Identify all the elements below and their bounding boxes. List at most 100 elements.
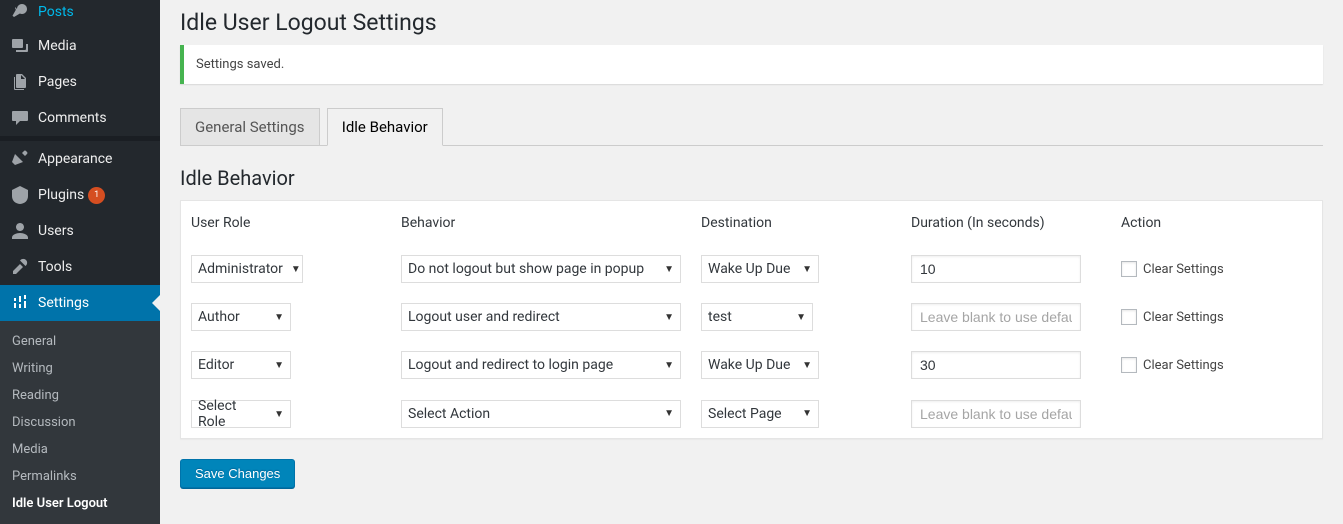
clear-settings-label[interactable]: Clear Settings — [1121, 261, 1312, 277]
clear-settings-text: Clear Settings — [1143, 358, 1224, 373]
select-value: Select Page — [708, 406, 782, 422]
sidebar-item-tools[interactable]: Tools — [0, 249, 160, 285]
sidebar-item-media[interactable]: Media — [0, 28, 160, 64]
tab-general-settings[interactable]: General Settings — [180, 108, 320, 146]
chevron-down-icon: ▼ — [664, 408, 674, 419]
sidebar-item-posts[interactable]: Posts — [0, 0, 160, 28]
notice-text: Settings saved. — [196, 57, 284, 72]
notice-success: Settings saved. — [180, 45, 1323, 84]
clear-settings-label[interactable]: Clear Settings — [1121, 357, 1312, 373]
sidebar-item-label: Comments — [38, 110, 107, 126]
sidebar-item-plugins[interactable]: Plugins 1 — [0, 177, 160, 213]
submenu-media[interactable]: Media — [0, 436, 160, 463]
plugins-update-badge: 1 — [88, 187, 105, 204]
settings-submenu: General Writing Reading Discussion Media… — [0, 321, 160, 524]
sidebar-item-users[interactable]: Users — [0, 213, 160, 249]
chevron-down-icon: ▼ — [802, 264, 812, 275]
media-icon — [10, 36, 30, 56]
pages-icon — [10, 72, 30, 92]
select-value: Wake Up Due — [708, 357, 790, 373]
comments-icon — [10, 108, 30, 128]
main-content: Idle User Logout Settings Settings saved… — [160, 0, 1343, 524]
behavior-select[interactable]: Do not logout but show page in popup▼ — [401, 255, 681, 283]
header-role: User Role — [181, 201, 391, 245]
clear-settings-checkbox[interactable] — [1121, 357, 1137, 373]
submenu-idle-user-logout[interactable]: Idle User Logout — [0, 490, 160, 517]
role-select[interactable]: Select Role ▼ — [191, 400, 291, 428]
submenu-reading[interactable]: Reading — [0, 382, 160, 409]
clear-settings-label[interactable]: Clear Settings — [1121, 309, 1312, 325]
nav-tabs: General Settings Idle Behavior — [180, 99, 1323, 146]
destination-select[interactable]: Select Page ▼ — [701, 400, 819, 428]
clear-settings-text: Clear Settings — [1143, 262, 1224, 277]
sidebar-item-label: Users — [38, 223, 74, 239]
submenu-discussion[interactable]: Discussion — [0, 409, 160, 436]
header-action: Action — [1111, 201, 1322, 245]
sidebar-item-settings[interactable]: Settings — [0, 285, 160, 321]
settings-table: User Role Behavior Destination Duration … — [181, 201, 1322, 438]
submenu-writing[interactable]: Writing — [0, 355, 160, 382]
select-value: Administrator — [198, 261, 283, 277]
sidebar-item-appearance[interactable]: Appearance — [0, 141, 160, 177]
destination-select[interactable]: Wake Up Due ▼ — [701, 255, 819, 283]
behavior-select[interactable]: Select Action ▼ — [401, 400, 681, 428]
behavior-select[interactable]: Logout and redirect to login page ▼ — [401, 351, 681, 379]
select-value: Author — [198, 309, 240, 325]
sidebar-item-label: Settings — [38, 295, 89, 311]
settings-table-wrap: User Role Behavior Destination Duration … — [180, 200, 1323, 439]
chevron-down-icon: ▼ — [274, 409, 284, 420]
header-duration: Duration (In seconds) — [901, 201, 1111, 245]
table-row: Editor▼Logout and redirect to login page… — [181, 341, 1322, 389]
submenu-permalinks[interactable]: Permalinks — [0, 463, 160, 490]
select-value: Select Action — [408, 406, 490, 422]
header-destination: Destination — [691, 201, 901, 245]
destination-select[interactable]: Wake Up Due ▼ — [701, 351, 819, 379]
select-value: Do not logout but show page in popup — [408, 261, 644, 277]
chevron-down-icon: ▼ — [796, 312, 806, 323]
select-value: Logout user and redirect — [408, 309, 560, 325]
sidebar-item-label: Plugins — [38, 187, 84, 203]
settings-icon — [10, 293, 30, 313]
chevron-down-icon: ▼ — [802, 360, 812, 371]
table-row: Author▼ Logout user and redirect▼ test ▼ Cle… — [181, 293, 1322, 341]
table-row: Select Role ▼ Select Action ▼ Select Page ▼ — [181, 389, 1322, 438]
chevron-down-icon: ▼ — [291, 264, 301, 275]
select-value: test — [708, 309, 732, 325]
tools-icon — [10, 257, 30, 277]
chevron-down-icon: ▼ — [664, 360, 674, 371]
select-value: Logout and redirect to login page — [408, 357, 613, 373]
sidebar-item-label: Posts — [38, 4, 74, 20]
page-title: Idle User Logout Settings — [180, 0, 1323, 40]
appearance-icon — [10, 149, 30, 169]
admin-sidebar: Posts Media Pages Comments Appearance Pl… — [0, 0, 160, 524]
clear-settings-checkbox[interactable] — [1121, 261, 1137, 277]
chevron-down-icon: ▼ — [802, 408, 812, 419]
select-value: Select Role — [198, 398, 266, 430]
sidebar-item-label: Pages — [38, 74, 77, 90]
save-changes-button[interactable]: Save Changes — [180, 459, 295, 488]
destination-select[interactable]: test ▼ — [701, 303, 813, 331]
table-row: Administrator ▼ Do not logout but show pag… — [181, 245, 1322, 293]
clear-settings-text: Clear Settings — [1143, 310, 1224, 325]
tab-idle-behavior[interactable]: Idle Behavior — [327, 108, 443, 146]
plugins-icon — [10, 185, 30, 205]
duration-input[interactable] — [911, 255, 1081, 283]
sidebar-item-comments[interactable]: Comments — [0, 100, 160, 136]
duration-input[interactable] — [911, 400, 1081, 428]
duration-input[interactable] — [911, 351, 1081, 379]
sidebar-item-label: Media — [38, 38, 77, 54]
duration-input[interactable] — [911, 303, 1081, 331]
submenu-general[interactable]: General — [0, 328, 160, 355]
header-behavior: Behavior — [391, 201, 691, 245]
role-select[interactable]: Author▼ — [191, 303, 291, 331]
sidebar-item-pages[interactable]: Pages — [0, 64, 160, 100]
sidebar-item-label: Appearance — [38, 151, 112, 167]
select-value: Wake Up Due — [708, 261, 790, 277]
role-select[interactable]: Administrator ▼ — [191, 255, 303, 283]
pin-icon — [10, 2, 30, 22]
sidebar-item-label: Tools — [38, 259, 72, 275]
select-value: Editor — [198, 357, 234, 373]
clear-settings-checkbox[interactable] — [1121, 309, 1137, 325]
behavior-select[interactable]: Logout user and redirect▼ — [401, 303, 681, 331]
role-select[interactable]: Editor▼ — [191, 351, 291, 379]
